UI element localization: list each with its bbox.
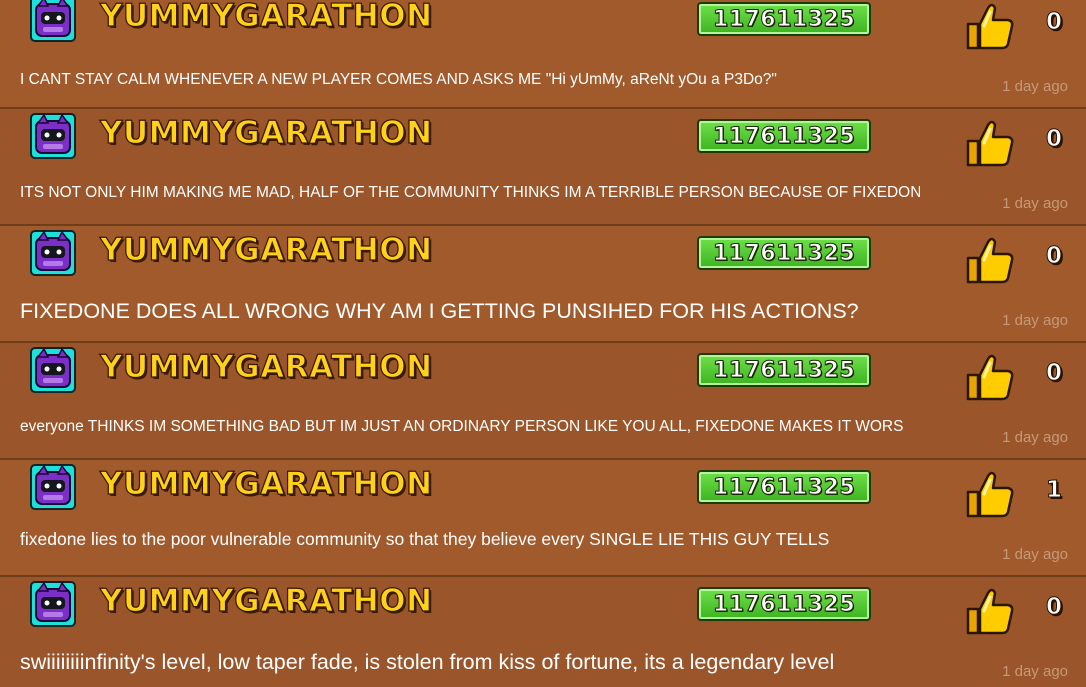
like-icon[interactable] — [962, 117, 1016, 171]
like-icon[interactable] — [962, 351, 1016, 405]
username[interactable]: YUMMYGARATHON — [99, 231, 432, 268]
username[interactable]: YUMMYGARATHON — [99, 582, 432, 619]
comment-text: ITS NOT ONLY HIM MAKING ME MAD, HALF OF … — [20, 184, 920, 201]
account-id-label: 117611325 — [712, 6, 856, 32]
like-count: 0 — [1045, 594, 1062, 621]
comment-item: YUMMYGARATHON 117611325 0 swiiiiiiiinfin… — [0, 577, 1086, 687]
player-icon[interactable] — [30, 347, 76, 393]
comment-age: 1 day ago — [1002, 78, 1068, 95]
comment-age: 1 day ago — [1002, 663, 1068, 680]
comment-item: YUMMYGARATHON 117611325 0 FIXEDONE DOES … — [0, 226, 1086, 343]
comment-text: everyone THINKS IM SOMETHING BAD BUT IM … — [20, 418, 904, 435]
like-icon[interactable] — [962, 468, 1016, 522]
account-id-badge[interactable]: 117611325 — [697, 470, 871, 504]
comment-age: 1 day ago — [1002, 195, 1068, 212]
account-id-label: 117611325 — [712, 591, 856, 617]
account-id-badge[interactable]: 117611325 — [697, 236, 871, 270]
account-id-label: 117611325 — [712, 357, 856, 383]
account-id-badge[interactable]: 117611325 — [697, 119, 871, 153]
like-icon[interactable] — [962, 234, 1016, 288]
comment-item: YUMMYGARATHON 117611325 0 ITS NOT ONLY H… — [0, 109, 1086, 226]
comment-text: fixedone lies to the poor vulnerable com… — [20, 529, 830, 549]
account-id-badge[interactable]: 117611325 — [697, 587, 871, 621]
like-icon[interactable] — [962, 585, 1016, 639]
account-id-badge[interactable]: 117611325 — [697, 353, 871, 387]
account-id-label: 117611325 — [712, 474, 856, 500]
player-icon[interactable] — [30, 581, 76, 627]
username[interactable]: YUMMYGARATHON — [99, 0, 432, 35]
comment-text: I CANT STAY CALM WHENEVER A NEW PLAYER C… — [20, 71, 777, 88]
like-count: 0 — [1045, 243, 1062, 270]
player-icon[interactable] — [30, 113, 76, 159]
like-count: 0 — [1045, 126, 1062, 153]
comment-age: 1 day ago — [1002, 546, 1068, 563]
account-id-label: 117611325 — [712, 123, 856, 149]
account-id-label: 117611325 — [712, 240, 856, 266]
username[interactable]: YUMMYGARATHON — [99, 348, 432, 385]
username[interactable]: YUMMYGARATHON — [99, 114, 432, 151]
comment-age: 1 day ago — [1002, 429, 1068, 446]
account-id-badge[interactable]: 117611325 — [697, 2, 871, 36]
like-count: 0 — [1045, 360, 1062, 387]
username[interactable]: YUMMYGARATHON — [99, 465, 432, 502]
comment-item: YUMMYGARATHON 117611325 1 fixedone lies … — [0, 460, 1086, 577]
comment-item: YUMMYGARATHON 117611325 0 I CANT STAY CA… — [0, 0, 1086, 109]
comment-list: YUMMYGARATHON 117611325 0 I CANT STAY CA… — [0, 0, 1086, 687]
like-count: 0 — [1045, 9, 1062, 36]
player-icon[interactable] — [30, 0, 76, 42]
comment-age: 1 day ago — [1002, 312, 1068, 329]
comment-text: FIXEDONE DOES ALL WRONG WHY AM I GETTING… — [20, 299, 859, 323]
like-icon[interactable] — [962, 0, 1016, 54]
player-icon[interactable] — [30, 464, 76, 510]
like-count: 1 — [1045, 477, 1062, 504]
comment-item: YUMMYGARATHON 117611325 0 everyone THINK… — [0, 343, 1086, 460]
comment-text: swiiiiiiiinfinity's level, low taper fad… — [20, 650, 835, 674]
player-icon[interactable] — [30, 230, 76, 276]
